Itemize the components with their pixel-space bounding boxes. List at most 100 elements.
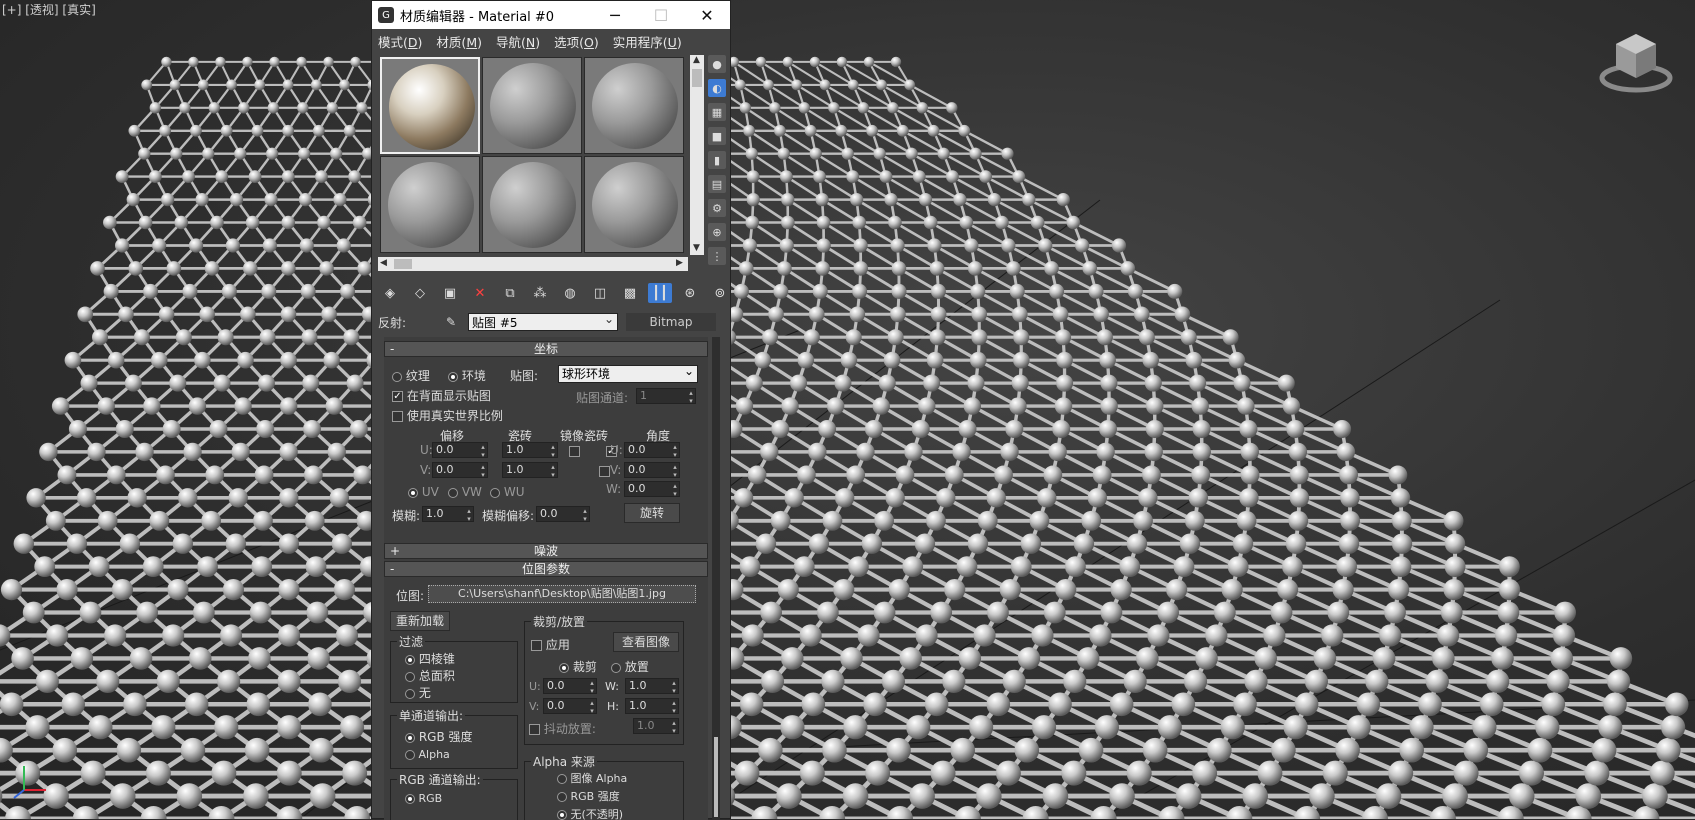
background-icon[interactable]: ▦ <box>708 103 726 121</box>
mono-alpha-radio[interactable] <box>405 750 415 760</box>
u-tiling-spinner[interactable]: 1.0 <box>502 442 558 458</box>
sample-slot-2[interactable] <box>482 57 582 154</box>
rotate-button[interactable]: 旋转 <box>624 503 680 523</box>
u-mirror-checkbox[interactable] <box>569 446 580 457</box>
menu-material[interactable]: 材质(M) <box>436 32 482 51</box>
close-button[interactable]: ✕ <box>684 6 730 25</box>
filter-none-radio[interactable] <box>405 689 415 699</box>
menu-navigation[interactable]: 导航(N) <box>496 32 540 51</box>
scroll-thumb[interactable] <box>394 259 412 269</box>
rgb-intensity-radio[interactable] <box>405 733 415 743</box>
crop-v-spinner[interactable]: 0.0 <box>543 698 597 714</box>
filter-none-option[interactable]: 无 <box>405 684 431 701</box>
rgb-option[interactable]: RGB <box>405 792 442 805</box>
make-unique-icon[interactable]: ⁂ <box>528 283 552 303</box>
noise-rollout-header[interactable]: +噪波 <box>384 543 708 559</box>
real-world-option[interactable]: 使用真实世界比例 <box>392 407 503 424</box>
menu-options[interactable]: 选项(O) <box>554 32 599 51</box>
summed-area-option[interactable]: 总面积 <box>405 667 455 684</box>
scroll-down-icon[interactable]: ▼ <box>693 243 700 253</box>
sample-type-icon[interactable]: ● <box>708 55 726 73</box>
slots-vertical-scrollbar[interactable]: ▲ ▼ <box>690 55 704 255</box>
image-alpha-option[interactable]: 图像 Alpha <box>557 770 627 786</box>
show-map-in-viewport-icon[interactable]: ▩ <box>618 283 642 303</box>
real-world-checkbox[interactable] <box>392 411 403 422</box>
rollout-scrollbar[interactable] <box>712 337 720 820</box>
environ-radio[interactable] <box>448 372 458 382</box>
crop-option[interactable]: 裁剪 <box>559 658 597 675</box>
mono-alpha-option[interactable]: Alpha <box>405 748 450 761</box>
pyramidal-radio[interactable] <box>405 655 415 665</box>
perspective-viewport[interactable]: [+] [透视] [真实] <box>0 0 1695 819</box>
bitmap-params-rollout-header[interactable]: -位图参数 <box>384 561 708 577</box>
pyramidal-option[interactable]: 四棱锥 <box>405 650 455 667</box>
crop-w-spinner[interactable]: 1.0 <box>625 678 679 694</box>
eyedropper-icon[interactable]: ✎ <box>446 315 468 329</box>
v-angle-spinner[interactable]: 0.0 <box>624 462 680 478</box>
v-tiling-spinner[interactable]: 1.0 <box>502 462 558 478</box>
show-map-on-back-option[interactable]: ✓ 在背面显示贴图 <box>392 387 491 404</box>
jitter-spinner[interactable]: 1.0 <box>633 718 679 734</box>
place-radio[interactable] <box>611 663 621 673</box>
sample-slot-1[interactable] <box>380 57 480 154</box>
coordinates-rollout-header[interactable]: -坐标 <box>384 341 708 357</box>
texture-option[interactable]: 纹理 <box>392 367 430 384</box>
jitter-checkbox[interactable] <box>529 724 540 735</box>
minimize-button[interactable]: ─ <box>592 6 638 25</box>
wu-radio[interactable] <box>490 488 500 498</box>
material-map-navigator-icon[interactable]: ⋮ <box>708 247 726 265</box>
sample-slot-5[interactable] <box>482 156 582 253</box>
scroll-right-icon[interactable]: ▶ <box>676 258 683 268</box>
none-opaque-option[interactable]: 无(不透明) <box>557 806 623 820</box>
maximize-button[interactable]: ☐ <box>638 6 684 25</box>
scroll-up-icon[interactable]: ▲ <box>693 55 700 65</box>
scroll-left-icon[interactable]: ◀ <box>380 258 387 268</box>
map-name-field[interactable]: 贴图 #5 <box>468 313 618 331</box>
alpha-rgb-intensity-radio[interactable] <box>557 792 567 802</box>
menu-mode[interactable]: 模式(D) <box>378 32 422 51</box>
viewport-label[interactable]: [+] [透视] [真实] <box>2 1 96 18</box>
menu-utilities[interactable]: 实用程序(U) <box>613 32 682 51</box>
crop-u-spinner[interactable]: 0.0 <box>543 678 597 694</box>
environ-option[interactable]: 环境 <box>448 367 486 384</box>
view-image-button[interactable]: 查看图像 <box>613 632 679 652</box>
rgb-intensity-option[interactable]: RGB 强度 <box>405 728 473 745</box>
rollout-scroll-thumb[interactable] <box>714 737 718 817</box>
apply-option[interactable]: 应用 <box>531 636 570 653</box>
jitter-option[interactable]: 抖动放置: <box>529 720 596 737</box>
apply-checkbox[interactable] <box>531 640 542 651</box>
vw-radio[interactable] <box>448 488 458 498</box>
video-color-check-icon[interactable]: ▮ <box>708 151 726 169</box>
v-offset-spinner[interactable]: 0.0 <box>432 462 488 478</box>
sample-slot-4[interactable] <box>380 156 480 253</box>
options-icon[interactable]: ⚙ <box>708 199 726 217</box>
sample-slot-6[interactable] <box>584 156 684 253</box>
map-channel-spinner[interactable]: 1 <box>636 388 696 404</box>
assign-to-selection-icon[interactable]: ▣ <box>438 283 462 303</box>
title-bar[interactable]: G 材质编辑器 - Material #0 ─ ☐ ✕ <box>372 1 730 29</box>
place-option[interactable]: 放置 <box>611 658 649 675</box>
backlight-icon[interactable]: ◐ <box>708 79 726 97</box>
put-to-scene-icon[interactable]: ◇ <box>408 283 432 303</box>
uv-option[interactable]: UV <box>408 485 439 499</box>
reload-button[interactable]: 重新加载 <box>390 611 450 631</box>
reset-map-icon[interactable]: ✕ <box>468 283 492 303</box>
vw-option[interactable]: VW <box>448 485 482 499</box>
get-material-icon[interactable]: ◈ <box>378 283 402 303</box>
uv-tiling-icon[interactable]: ■ <box>708 127 726 145</box>
summed-area-radio[interactable] <box>405 672 415 682</box>
v-mirror-checkbox[interactable] <box>599 466 610 477</box>
put-to-library-icon[interactable]: ◍ <box>558 283 582 303</box>
sample-slot-3[interactable] <box>584 57 684 154</box>
show-map-on-back-checkbox[interactable]: ✓ <box>392 391 403 402</box>
u-angle-spinner[interactable]: 0.0 <box>624 442 680 458</box>
wu-option[interactable]: WU <box>490 485 524 499</box>
crop-radio[interactable] <box>559 663 569 673</box>
blur-spinner[interactable]: 1.0 <box>422 506 474 522</box>
image-alpha-radio[interactable] <box>557 774 567 784</box>
viewcube-icon[interactable] <box>1596 28 1676 98</box>
make-preview-icon[interactable]: ▤ <box>708 175 726 193</box>
scroll-thumb[interactable] <box>692 69 702 87</box>
crop-h-spinner[interactable]: 1.0 <box>625 698 679 714</box>
copy-material-icon[interactable]: ⧉ <box>498 283 522 303</box>
